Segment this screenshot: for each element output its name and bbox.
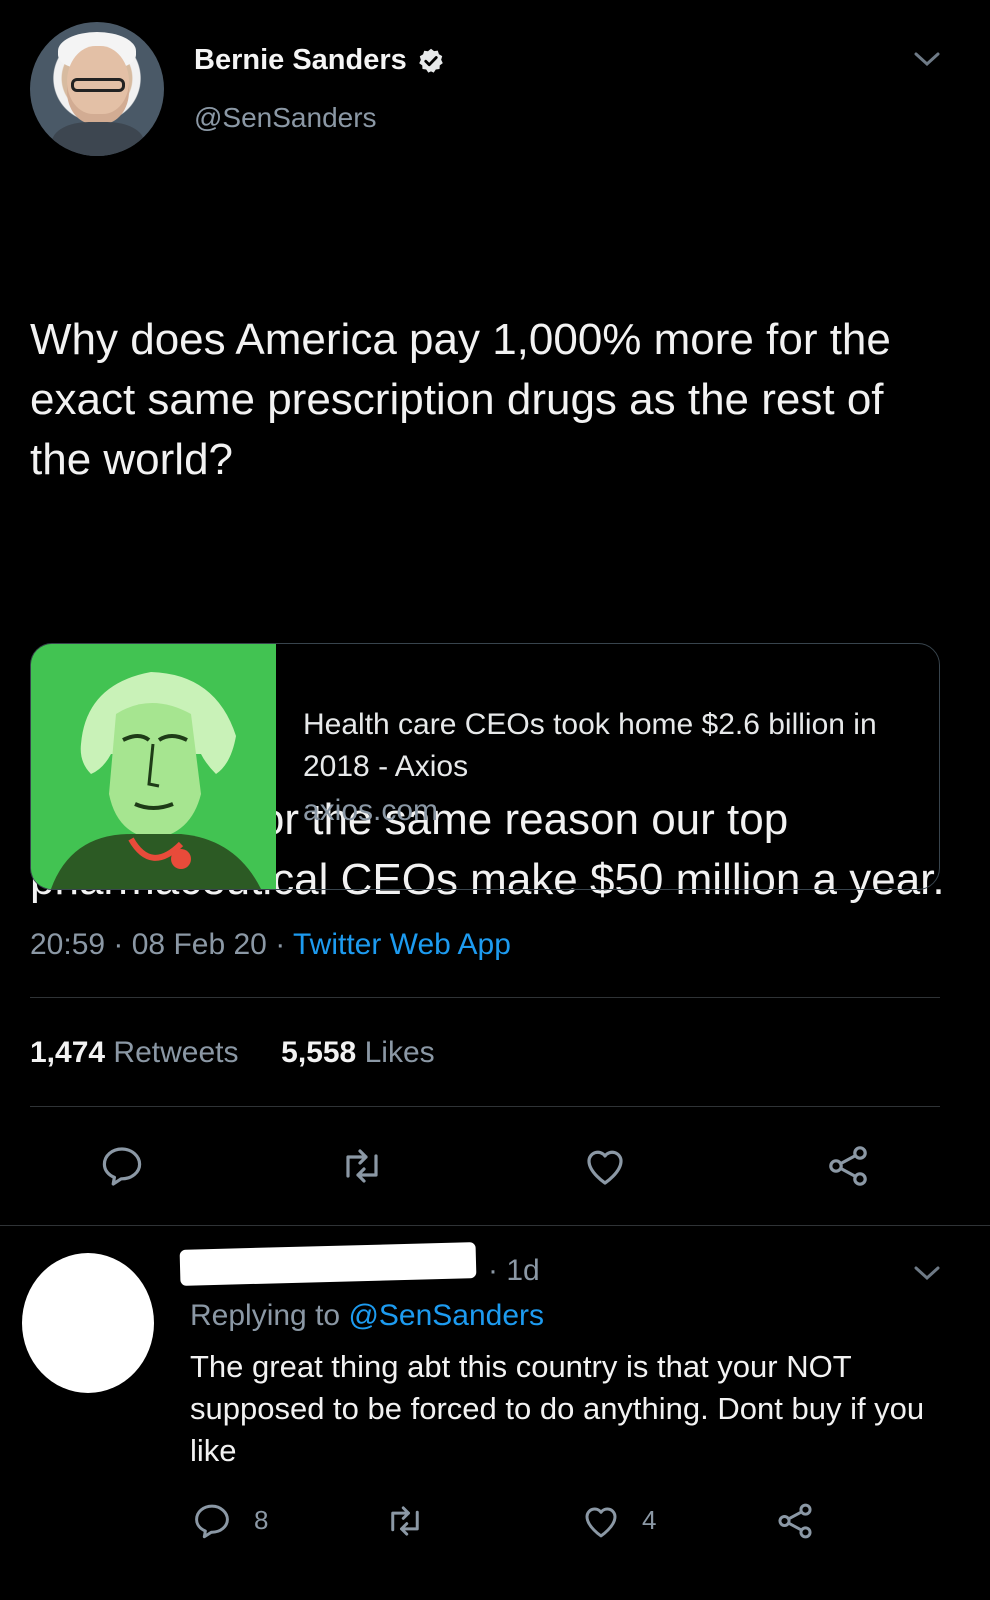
share-icon[interactable]	[824, 1142, 872, 1190]
author-handle[interactable]: @SenSanders	[194, 102, 377, 134]
reply-reply-count: 8	[254, 1505, 269, 1535]
tweet-stats: 1,474 Retweets 5,558 Likes	[30, 1036, 435, 1070]
tweet-date[interactable]: 08 Feb 20	[132, 928, 267, 961]
meta-separator: ·	[113, 928, 132, 961]
meta-separator: ·	[275, 928, 293, 961]
replying-prefix: Replying to	[190, 1299, 341, 1332]
tweet-source-app[interactable]: Twitter Web App	[293, 928, 511, 961]
author-name[interactable]: Bernie Sanders	[194, 44, 407, 77]
reply-time[interactable]: · 1d	[488, 1254, 540, 1288]
reply-share-icon[interactable]	[774, 1500, 816, 1542]
retweets-stat[interactable]: 1,474 Retweets	[30, 1036, 238, 1069]
author-name-row[interactable]: Bernie Sanders	[194, 44, 445, 77]
likes-count: 5,558	[281, 1036, 357, 1069]
replying-handle[interactable]: @SenSanders	[348, 1299, 544, 1332]
reply-chevron-down-icon[interactable]	[912, 1262, 942, 1284]
card-domain: axios.com	[303, 794, 439, 827]
reply-like-count: 4	[642, 1505, 657, 1535]
author-avatar[interactable]	[30, 22, 164, 156]
divider	[30, 1106, 940, 1107]
chevron-down-icon[interactable]	[912, 48, 942, 70]
card-title[interactable]: Health care CEOs took home $2.6 billion …	[303, 704, 913, 788]
retweets-count: 1,474	[30, 1036, 106, 1069]
retweet-icon[interactable]	[338, 1142, 386, 1190]
reply-text: The great thing abt this country is that…	[190, 1349, 925, 1468]
like-icon[interactable]	[581, 1142, 629, 1190]
divider	[0, 1225, 990, 1226]
tweet-paragraph-1: Why does America pay 1,000% more for the…	[30, 315, 904, 484]
replying-to: Replying to @SenSanders	[190, 1299, 544, 1333]
reply-icon[interactable]	[98, 1142, 146, 1190]
reply-avatar-redacted[interactable]	[22, 1253, 154, 1393]
retweets-label: Retweets	[113, 1036, 239, 1069]
link-card[interactable]: Health care CEOs took home $2.6 billion …	[30, 643, 940, 890]
divider	[30, 997, 940, 998]
card-thumbnail	[31, 644, 276, 889]
reply-retweet-icon[interactable]	[384, 1500, 426, 1542]
reply-reply-icon[interactable]	[191, 1500, 233, 1542]
likes-label: Likes	[364, 1036, 435, 1069]
verified-icon	[418, 48, 443, 73]
reply-time-value: 1d	[506, 1254, 540, 1287]
reply-author-redacted	[179, 1242, 477, 1286]
reply-like-icon[interactable]	[580, 1500, 622, 1542]
tweet-meta: 20:59 · 08 Feb 20 · Twitter Web App	[30, 928, 511, 962]
tweet-time[interactable]: 20:59	[30, 928, 105, 961]
likes-stat[interactable]: 5,558 Likes	[281, 1036, 434, 1069]
